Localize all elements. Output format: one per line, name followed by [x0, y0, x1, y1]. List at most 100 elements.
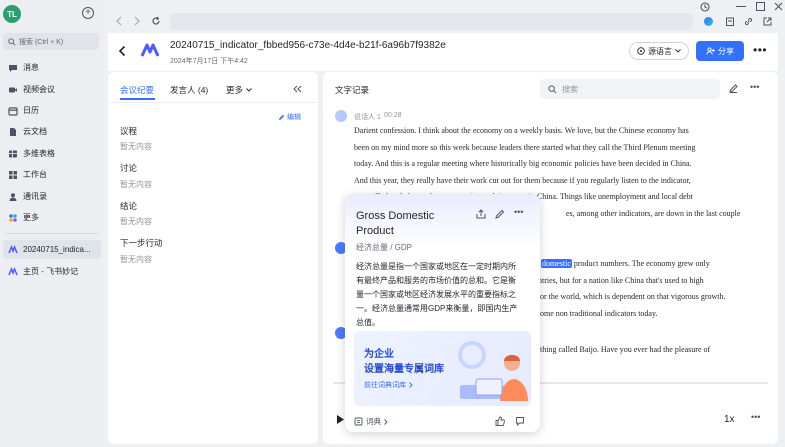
section-agenda-content: 暂无内容	[120, 142, 152, 151]
transcript-title: 文字记录	[335, 85, 370, 95]
edit-button[interactable]: 编辑	[278, 112, 301, 122]
assistant-icon[interactable]	[704, 17, 713, 26]
link-icon[interactable]	[744, 17, 753, 26]
edit-label: 编辑	[287, 114, 301, 121]
active-tab-indicator	[120, 98, 155, 100]
feedback-icon[interactable]	[515, 416, 525, 426]
more-options-icon[interactable]: •••	[753, 43, 767, 57]
playback-speed[interactable]: 1x	[724, 414, 735, 425]
promo-banner[interactable]: 为企业 设置海量专属词库 前往词典词库	[354, 331, 531, 406]
sidebar-item-more[interactable]: 更多	[3, 208, 101, 227]
transcript-line[interactable]: been on my mind more so this week becaus…	[354, 140, 764, 157]
source-language-button[interactable]: 源语言	[629, 42, 689, 60]
sidebar-item-contacts[interactable]: 通讯录	[3, 187, 101, 206]
sidebar-item-video[interactable]: 视频会议	[3, 80, 101, 99]
thumbs-up-icon[interactable]	[495, 416, 505, 426]
play-icon[interactable]	[336, 414, 345, 425]
minutes-panel: 会议纪要 发言人 (4) 更多 编辑 议程 暂无内容 讨论 暂无内容 结论 暂无…	[108, 72, 318, 444]
sidebar-pinned-home[interactable]: 主页 - 飞书妙记	[3, 262, 101, 281]
popup-more-icon[interactable]: •••	[514, 207, 523, 217]
sidebar-item-base[interactable]: 多维表格	[3, 144, 101, 163]
avatar[interactable]: TL	[3, 5, 21, 23]
speaker-timestamp[interactable]: 00:28	[384, 112, 402, 119]
sidebar-pinned-meeting[interactable]: 20240715_indica...	[3, 240, 101, 259]
transcript-text: product numbers. The economy grew only	[571, 259, 710, 268]
back-icon[interactable]	[118, 45, 126, 57]
section-agenda-title: 议程	[120, 126, 138, 136]
transcript-line[interactable]: And this year, they really have their wo…	[354, 173, 764, 190]
popup-footer-dictionary[interactable]: 词典	[354, 416, 388, 427]
refresh-icon[interactable]	[151, 16, 161, 26]
source-language-label: 源语言	[648, 46, 672, 56]
sidebar-item-label: 通讯录	[23, 192, 47, 201]
transcript-line[interactable]: thing called Baijo. Have you ever had th…	[540, 342, 710, 359]
tab-speakers[interactable]: 发言人 (4)	[170, 84, 208, 96]
transcript-search-placeholder: 搜索	[562, 84, 578, 94]
chevron-right-icon	[409, 382, 413, 388]
meeting-date: 2024年7月17日 下午4:42	[170, 58, 248, 65]
language-icon	[637, 47, 645, 55]
dictionary-popup: Gross Domestic Product ••• 经济总量 / GDP 经济…	[345, 194, 540, 432]
docs-icon	[8, 127, 18, 137]
minutes-icon	[8, 266, 18, 277]
popup-definition: 经济总量是指一个国家或地区在一定时期内所 有最终产品和服务的市场价值的总和。它是…	[356, 260, 532, 330]
popup-term-title: Gross Domestic Product	[356, 209, 434, 239]
sidebar-item-calendar[interactable]: 日历	[3, 101, 101, 120]
share-button[interactable]: 分享	[696, 41, 744, 61]
window-topbar	[104, 0, 785, 33]
close-icon[interactable]	[774, 2, 783, 11]
pop-out-icon[interactable]	[763, 17, 772, 26]
tab-more[interactable]: 更多	[226, 84, 252, 96]
sidebar-item-messages[interactable]: 消息	[3, 58, 101, 77]
sidebar-item-label: 视频会议	[23, 85, 55, 94]
popup-subtitle: 经济总量 / GDP	[356, 243, 413, 252]
forward-arrow-icon[interactable]	[133, 16, 141, 26]
maximize-icon[interactable]	[756, 2, 765, 11]
highlighted-term[interactable]: domestic	[541, 259, 572, 268]
section-discussion-title: 讨论	[120, 163, 138, 173]
message-icon	[8, 63, 18, 73]
share-icon[interactable]	[476, 209, 486, 219]
popup-term-title-line: Gross Domestic	[356, 210, 435, 222]
popup-definition-line: 量一个国家或地区经济发展水平的重要指标之	[356, 290, 516, 299]
edit-icon[interactable]	[495, 209, 505, 219]
back-arrow-icon[interactable]	[115, 16, 123, 26]
sidebar-divider	[6, 233, 98, 234]
sidebar-item-workbench[interactable]: 工作台	[3, 165, 101, 184]
sidebar-item-docs[interactable]: 云文档	[3, 122, 101, 141]
tab-summary[interactable]: 会议纪要	[120, 84, 154, 96]
section-next-steps-title: 下一步行动	[120, 238, 163, 248]
sidebar-search-placeholder: 搜索 (Ctrl + K)	[19, 38, 64, 46]
speaker-name[interactable]: 说话人 1	[354, 112, 381, 122]
collapse-icon[interactable]	[293, 85, 302, 93]
more-apps-icon	[8, 213, 18, 223]
add-icon[interactable]: +	[82, 7, 94, 19]
promo-illustration-icon	[458, 341, 528, 401]
search-icon	[548, 84, 557, 93]
sidebar-item-label: 消息	[23, 63, 39, 72]
contacts-icon	[8, 192, 18, 202]
edit-icon	[279, 114, 285, 120]
tab-more-label: 更多	[226, 85, 244, 95]
popup-definition-line: 总值。	[356, 318, 380, 327]
transcript-line[interactable]: today. And this is a regular meeting whe…	[354, 156, 764, 173]
sidebar-search-input[interactable]: 搜索 (Ctrl + K)	[3, 33, 99, 50]
transcript-search-input[interactable]: 搜索	[540, 79, 720, 99]
sidebar-item-label: 云文档	[23, 127, 47, 136]
transcript-line[interactable]: Darient confession. I think about the ec…	[354, 123, 764, 140]
table-icon	[8, 149, 18, 159]
history-icon[interactable]	[700, 2, 710, 12]
popup-term-title-line: Product	[356, 225, 394, 237]
promo-banner-link[interactable]: 前往词典词库	[364, 380, 413, 390]
edit-transcript-icon[interactable]	[729, 84, 738, 93]
url-bar[interactable]	[170, 13, 693, 30]
transcript-more-icon[interactable]: •••	[750, 82, 759, 92]
popup-definition-line: 经济总量是指一个国家或地区在一定时期内所	[356, 262, 516, 271]
player-more-icon[interactable]: •••	[751, 412, 760, 422]
section-discussion-content: 暂无内容	[120, 180, 152, 189]
chevron-right-icon	[384, 418, 388, 425]
minimize-icon[interactable]	[736, 6, 746, 7]
sidebar: TL + 搜索 (Ctrl + K) 消息 视频会议 日历 云文档 多维表格 工…	[0, 0, 104, 447]
section-conclusion-title: 结论	[120, 201, 138, 211]
open-doc-icon[interactable]	[726, 17, 735, 26]
